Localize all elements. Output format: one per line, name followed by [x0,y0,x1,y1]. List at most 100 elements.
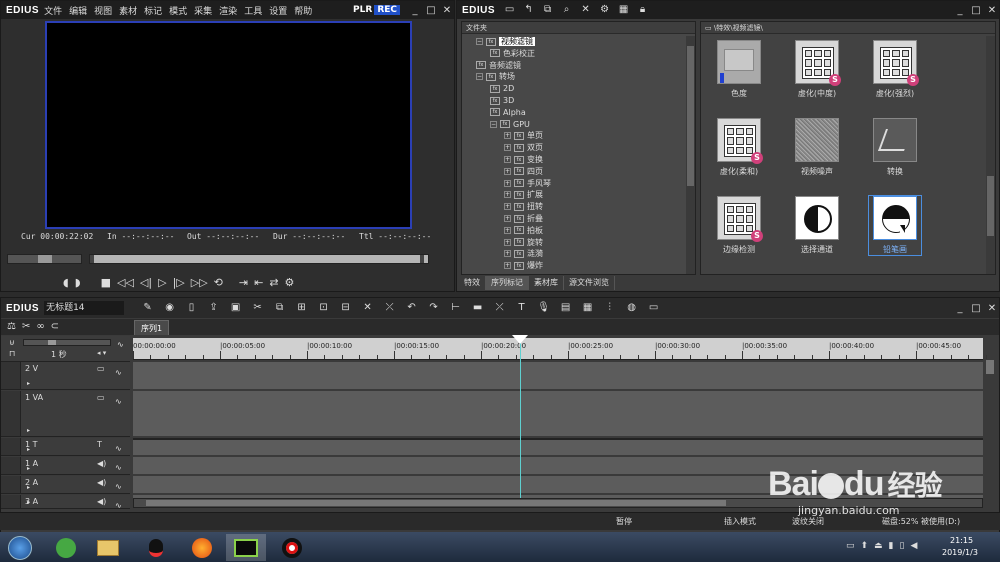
menu-item[interactable]: 渲染 [219,7,237,17]
speaker-icon[interactable]: ◀) [97,478,106,487]
menu-item[interactable]: 采集 [194,7,212,17]
new-sequence-icon[interactable]: ▯ [185,302,198,314]
render-menu-icon[interactable]: ⤫ [493,302,506,314]
position-end-knob[interactable] [420,255,424,263]
tree-item[interactable]: fx 音频滤镜 [476,60,521,72]
plr-button[interactable]: PLR [351,5,374,15]
sync-lock-icon[interactable]: ⊍ [9,338,15,347]
player-settings-icon[interactable]: ⚙ [285,276,295,289]
overwrite-icon[interactable]: ⇤ [254,276,263,289]
expand-icon[interactable]: + [504,191,511,199]
library-tab[interactable]: 素材库 [529,276,564,290]
rewind-icon[interactable]: ◁◁ [117,276,134,289]
effects-scrollbar[interactable] [986,36,995,274]
maximize-icon[interactable]: □ [424,4,438,16]
title-track-icon[interactable]: T [97,440,102,449]
library-close-icon[interactable]: ✕ [985,4,999,16]
effect-item[interactable]: 转换 [869,118,921,177]
taskbar-firefox[interactable] [182,534,222,561]
taskbar-qq[interactable] [136,534,176,561]
more-icon[interactable]: ▭ [647,302,660,314]
timeline-minimize-icon[interactable]: _ [953,302,967,314]
sequence-tab[interactable]: 序列1 [134,320,170,335]
delete-icon[interactable]: ✕ [579,4,592,16]
color-icon[interactable]: ◍ [625,302,638,314]
expand-track-icon[interactable]: ▸ [27,380,30,387]
taskbar-ie[interactable] [46,534,86,561]
tree-item[interactable]: + fx 扭转 [504,201,543,213]
position-slider[interactable] [89,254,429,264]
menu-item[interactable]: 标记 [144,7,162,17]
expand-icon[interactable]: + [504,156,511,163]
expand-icon[interactable]: + [504,179,511,187]
tree-item[interactable]: + fx 涟漪 [504,248,543,260]
start-button[interactable] [0,534,40,561]
collapse-icon[interactable]: − [490,120,497,128]
tree-item[interactable]: fx 2D [490,83,514,95]
tree-item[interactable]: fx 3D [490,95,514,107]
tree-item[interactable]: − fx 转场 [476,71,515,83]
timeline-ruler[interactable]: 00:00:00:00 |00:00:05:00 |00:00:10:00 |00:0… [133,338,987,360]
save-icon[interactable]: ▣ [229,302,242,314]
track-lock-cell[interactable] [1,362,21,389]
multicam-icon[interactable]: ▦ [581,302,594,314]
step-forward-icon[interactable]: |▷ [173,276,185,289]
marker-icon[interactable]: ⊢ [449,302,462,314]
render-icon[interactable]: ▬ [471,302,484,314]
insert-icon[interactable]: ⇥ [239,276,248,289]
ripple-delete-icon[interactable]: ⤫ [383,302,396,314]
effect-item[interactable]: 铅笔画 [868,195,922,256]
library-tab[interactable]: 特效 [459,276,486,290]
redo-icon[interactable]: ↷ [427,302,440,314]
title-icon[interactable]: T [515,302,528,314]
library-tab[interactable]: 源文件浏览 [564,276,615,290]
set-out-icon[interactable]: ◗ [75,276,81,289]
effects-scroll-thumb[interactable] [987,176,994,236]
tree-item[interactable]: + fx 四页 [504,166,543,178]
expand-icon[interactable]: + [504,203,511,211]
track-header[interactable]: 3 A ◀) ∿ ▸ [1,495,130,510]
shuttle-slider[interactable] [7,254,82,264]
loop-icon[interactable]: ⟲ [214,276,223,289]
minimize-icon[interactable]: _ [408,4,422,16]
scale-dropdown-icon[interactable]: ◂ ▾ [97,349,106,357]
copy-icon[interactable]: ⧉ [273,302,286,314]
tree-item[interactable]: fx Alpha [490,107,526,119]
effect-item[interactable]: S 虚化(柔和) [713,118,765,177]
effect-item[interactable]: 选择通道 [791,196,843,255]
expand-icon[interactable]: + [504,238,511,246]
search-icon[interactable]: ⌕ [560,4,573,16]
tree-item[interactable]: + fx 手风琴 [504,178,551,190]
step-back-icon[interactable]: ◁| [140,276,152,289]
expand-icon[interactable]: + [504,167,511,175]
taskbar-edius[interactable] [226,534,266,561]
library-maximize-icon[interactable]: □ [969,4,983,16]
video-track-icon[interactable]: ▭ [97,364,105,373]
taskbar-explorer[interactable] [88,534,128,561]
set-in-icon[interactable]: ◖ [63,276,69,289]
track-lock-cell[interactable] [1,476,21,493]
effect-item[interactable]: S 虚化(中度) [791,40,843,99]
replace-clip-icon[interactable]: ⊡ [317,302,330,314]
track-header[interactable]: 2 A ◀) ∿ ▸ [1,476,130,494]
track-header[interactable]: 1 VA ▭ ∿ ▸ [1,391,130,437]
playhead[interactable] [519,338,521,498]
track-lock-cell[interactable] [1,391,21,436]
track-lock-cell[interactable] [1,438,21,455]
properties-icon[interactable]: ⚙ [598,4,611,16]
expand-track-icon[interactable]: ▸ [27,427,30,434]
expand-track-icon[interactable]: ▸ [27,446,30,453]
expand-icon[interactable]: + [504,250,511,258]
zoom-slider[interactable] [23,339,111,346]
fast-forward-icon[interactable]: ▷▷ [191,276,208,289]
zoom-knob[interactable] [48,340,56,345]
menu-item[interactable]: 帮助 [294,7,312,17]
menu-item[interactable]: 素材 [119,7,137,17]
expand-icon[interactable]: + [504,144,511,152]
library-minimize-icon[interactable]: _ [953,4,967,16]
expand-icon[interactable]: + [504,262,511,270]
mode-icon[interactable]: ✎ [141,302,154,314]
close-icon[interactable]: ✕ [440,4,454,16]
timeline-close-icon[interactable]: ✕ [985,302,999,314]
expand-track-icon[interactable]: ▸ [27,484,30,491]
